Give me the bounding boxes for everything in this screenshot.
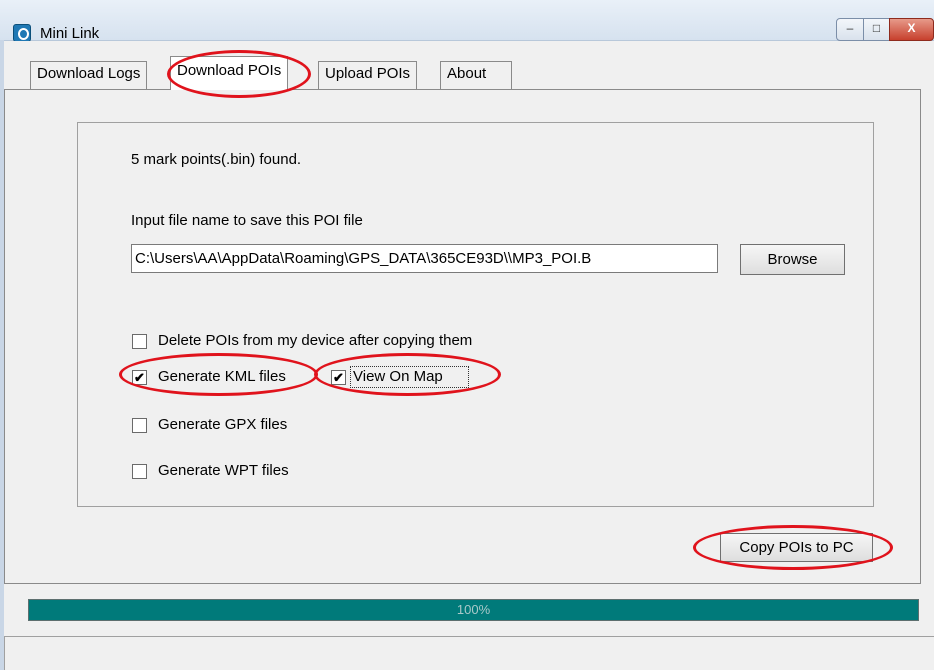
- tab-upload-pois[interactable]: Upload POIs: [318, 61, 418, 89]
- generate-wpt-checkbox[interactable]: [132, 464, 147, 479]
- status-text: 5 mark points(.bin) found.: [131, 151, 302, 168]
- generate-kml-checkbox[interactable]: ✔: [132, 370, 147, 385]
- input-file-label: Input file name to save this POI file: [131, 212, 363, 229]
- generate-gpx-checkbox[interactable]: [132, 418, 147, 433]
- tab-download-logs[interactable]: Download Logs: [30, 61, 148, 89]
- mini-link-window: Mini Link ‒ □ X Download Logs Upload POI…: [0, 0, 934, 670]
- app-icon: [13, 24, 31, 42]
- options-group: [77, 122, 874, 507]
- view-on-map-label: View On Map: [353, 368, 443, 385]
- tab-download-pois[interactable]: Download POIs: [170, 56, 289, 90]
- title-bar[interactable]: Mini Link ‒ □ X: [0, 0, 934, 42]
- progress-text: 100%: [456, 602, 491, 617]
- status-bar: [4, 636, 934, 670]
- minimize-button[interactable]: ‒: [836, 18, 864, 41]
- tab-about[interactable]: About: [440, 61, 512, 89]
- copy-pois-button[interactable]: Copy POIs to PC: [720, 533, 873, 562]
- maximize-button[interactable]: □: [863, 18, 890, 41]
- progress-bar: 100%: [28, 599, 919, 621]
- delete-pois-checkbox[interactable]: [132, 334, 147, 349]
- window-title: Mini Link: [40, 25, 100, 42]
- delete-pois-label: Delete POIs from my device after copying…: [158, 332, 473, 349]
- file-path-input[interactable]: [131, 244, 718, 273]
- close-button[interactable]: X: [889, 18, 934, 41]
- generate-wpt-label: Generate WPT files: [158, 462, 289, 479]
- generate-kml-label: Generate KML files: [158, 368, 286, 385]
- generate-gpx-label: Generate GPX files: [158, 416, 288, 433]
- view-on-map-checkbox[interactable]: ✔: [331, 370, 346, 385]
- browse-button[interactable]: Browse: [740, 244, 845, 275]
